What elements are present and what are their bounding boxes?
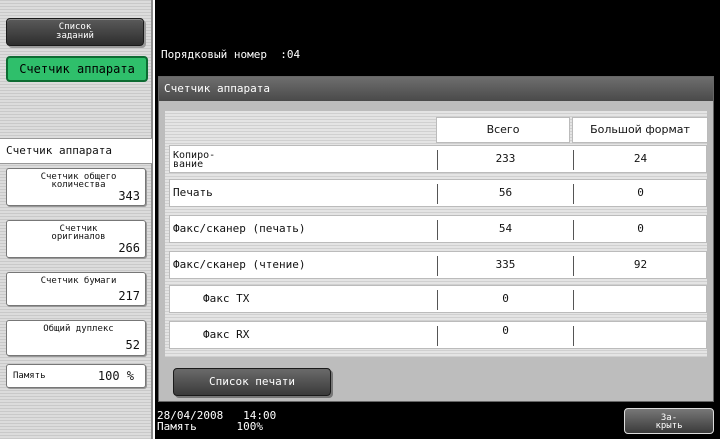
row-large-format-value: 0 xyxy=(637,186,644,199)
memory-label: Память xyxy=(13,371,46,381)
panel-title: Счетчик аппарата xyxy=(159,77,713,101)
row-total-value: 0 xyxy=(502,324,509,337)
column-header-total: Всего xyxy=(436,117,570,143)
status-memory: Память 100% xyxy=(157,420,263,433)
row-total-value: 0 xyxy=(502,292,509,305)
table-row: Факс/сканер (печать) 54 0 xyxy=(169,215,707,243)
main-panel: Порядковый номер :04 Счетчик аппарата Вс… xyxy=(155,0,720,439)
paper-counter-value: 217 xyxy=(118,289,140,303)
table-row: Печать 56 0 xyxy=(169,179,707,207)
total-counter-label: Счетчик общего количества xyxy=(40,172,117,190)
table-row: Факс TX 0 xyxy=(169,285,707,313)
row-label: Факс RX xyxy=(203,328,250,341)
originals-counter-card: Счетчик оригиналов 266 xyxy=(6,220,146,258)
total-counter-card: Счетчик общего количества 343 xyxy=(6,168,146,206)
row-label: Факс/сканер (чтение) xyxy=(173,258,306,271)
row-large-format-value: 24 xyxy=(633,152,648,165)
counter-summary: Счетчик аппарата Счетчик общего количест… xyxy=(0,124,153,439)
duplex-counter-card: Общий дуплекс 52 xyxy=(6,320,146,356)
paper-counter-card: Счетчик бумаги 217 xyxy=(6,272,146,306)
column-divider xyxy=(573,290,574,310)
print-list-button[interactable]: Список печати xyxy=(173,368,331,396)
row-total-value: 335 xyxy=(495,258,516,271)
row-large-format-value: 0 xyxy=(637,222,644,235)
summary-header: Счетчик аппарата xyxy=(0,138,152,164)
job-list-button[interactable]: Список заданий xyxy=(6,18,144,46)
duplex-counter-label: Общий дуплекс xyxy=(43,324,114,334)
left-panel: Список заданий Счетчик аппарата Счетчик … xyxy=(0,0,153,439)
serial-label: Порядковый номер xyxy=(161,48,267,61)
row-label: Копиро- вание xyxy=(173,150,216,170)
row-label: Факс TX xyxy=(203,292,250,305)
column-divider xyxy=(573,326,574,346)
serial-value: :04 xyxy=(280,48,301,61)
table-row: Копиро- вание 233 24 xyxy=(169,145,707,173)
column-header-large-format: Большой формат xyxy=(572,117,708,143)
row-total-value: 233 xyxy=(495,152,516,165)
row-large-format-value: 92 xyxy=(633,258,648,271)
originals-counter-label: Счетчик оригиналов xyxy=(51,224,106,242)
row-label: Печать xyxy=(173,186,213,199)
table-row: Факс RX 0 xyxy=(169,321,707,349)
originals-counter-value: 266 xyxy=(118,241,140,255)
table-row: Факс/сканер (чтение) 335 92 xyxy=(169,251,707,279)
duplex-counter-value: 52 xyxy=(125,338,140,352)
paper-counter-label: Счетчик бумаги xyxy=(40,276,117,286)
tab-machine-counter[interactable]: Счетчик аппарата xyxy=(6,56,148,82)
memory-value: 100 % xyxy=(97,369,134,383)
total-counter-value: 343 xyxy=(118,189,140,203)
row-total-value: 54 xyxy=(498,222,513,235)
counter-table-panel: Счетчик аппарата Всего Большой формат Ко… xyxy=(158,76,714,402)
memory-card: Память 100 % xyxy=(6,364,146,388)
serial-number: Порядковый номер :04 xyxy=(161,48,300,61)
close-button[interactable]: За- крыть xyxy=(624,408,714,434)
status-bar: 28/04/2008 14:00 Память 100% xyxy=(157,410,276,432)
row-total-value: 56 xyxy=(498,186,513,199)
row-label: Факс/сканер (печать) xyxy=(173,222,306,235)
